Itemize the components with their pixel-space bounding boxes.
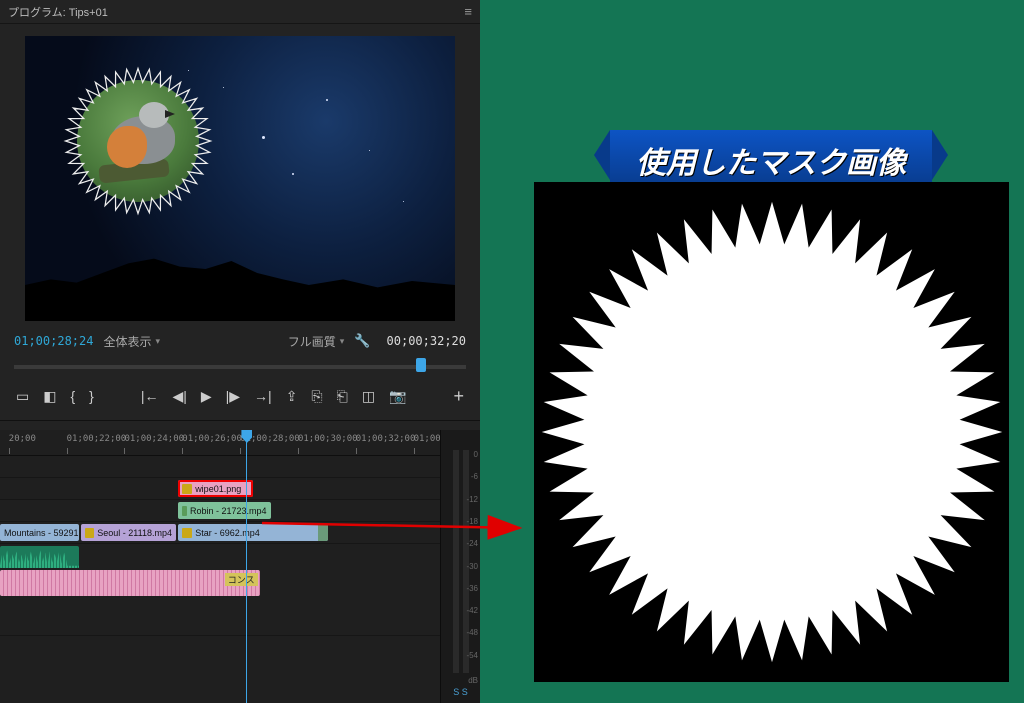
- clip-seoul[interactable]: Seoul - 21118.mp4: [81, 524, 176, 541]
- transport-controls: ▭ ◧ { } |← ◀| ▶ |▶ →| ⇪ ⎘ ⎗ ◫ 📷 +: [0, 376, 480, 416]
- program-monitor-title: プログラム: Tips+01: [8, 4, 108, 20]
- fx-badge-icon: [182, 506, 187, 516]
- clip-wipe[interactable]: wipe01.png: [178, 480, 253, 497]
- insert-marker-icon[interactable]: {: [70, 388, 75, 405]
- program-monitor-header: プログラム: Tips+01 ≡: [0, 0, 480, 24]
- step-forward-icon[interactable]: |▶: [226, 388, 240, 405]
- db-tick: -54: [466, 651, 478, 660]
- track-v1[interactable]: Mountains - 59291.mp4 Seoul - 21118.mp4 …: [0, 522, 440, 544]
- clip-mountains[interactable]: Mountains - 59291.mp4: [0, 524, 79, 541]
- snapshot-icon[interactable]: 📷: [389, 388, 406, 405]
- export-frame-icon[interactable]: ⇪: [286, 388, 298, 405]
- quality-label: フル画質: [288, 333, 336, 350]
- ruler-tick: 01;00;22;00: [67, 434, 127, 444]
- preview-star: [326, 99, 328, 101]
- quality-dropdown[interactable]: フル画質 ▾: [288, 333, 345, 350]
- mask-image-title: 使用したマスク画像: [610, 130, 932, 190]
- clip-label: Seoul - 21118.mp4: [97, 528, 172, 538]
- fx-badge-icon: [182, 484, 192, 494]
- timecode-current[interactable]: 01;00;28;24: [14, 334, 93, 348]
- program-scrub-bar[interactable]: [14, 358, 466, 376]
- preview-pip-starburst-outline: [63, 66, 213, 216]
- program-monitor-viewport: [0, 24, 480, 324]
- ruler-tick: 01;00;24;00: [124, 434, 184, 444]
- program-monitor-frame[interactable]: [25, 36, 455, 321]
- comparison-view-icon[interactable]: ◫: [362, 388, 375, 405]
- db-tick: -12: [466, 495, 478, 504]
- track-a2[interactable]: コンス: [0, 570, 440, 596]
- clip-label: Robin - 21723.mp4: [190, 506, 267, 516]
- timeline-tracks: wipe01.png Robin - 21723.mp4 Mountains -…: [0, 456, 440, 636]
- track-a1[interactable]: [0, 544, 440, 570]
- track-v2[interactable]: Robin - 21723.mp4: [0, 500, 440, 522]
- db-unit: dB: [468, 676, 478, 685]
- db-tick: -36: [466, 584, 478, 593]
- mask-image-box: [534, 182, 1009, 682]
- ruler-tick: 01;00;32;00: [356, 434, 416, 444]
- db-tick: -18: [466, 517, 478, 526]
- chevron-down-icon: ▾: [156, 336, 161, 347]
- editor-panel: プログラム: Tips+01 ≡: [0, 0, 480, 703]
- zoom-label: 全体表示: [103, 333, 151, 350]
- preview-star: [369, 150, 370, 151]
- db-tick: -30: [466, 562, 478, 571]
- meter-left: [453, 450, 459, 673]
- clip-label: Mountains - 59291.mp4: [4, 528, 79, 538]
- ruler-tick: 01;00;30;00: [298, 434, 358, 444]
- extract-icon[interactable]: }: [89, 388, 94, 405]
- chevron-down-icon: ▾: [340, 336, 345, 347]
- timecode-duration: 00;00;32;20: [387, 334, 466, 348]
- timeline-ruler[interactable]: 20;00 01;00;22;0001;00;24;0001;00;26;00 01…: [0, 430, 440, 456]
- clip-label: wipe01.png: [195, 484, 241, 494]
- clip-endcap: [318, 524, 328, 541]
- fx-badge-icon: [182, 528, 192, 538]
- audio-tag: コンス: [225, 573, 258, 586]
- track-empty[interactable]: [0, 596, 440, 636]
- audio-waveform: [0, 546, 79, 568]
- preview-star: [262, 136, 265, 139]
- db-tick: -6: [471, 472, 478, 481]
- preview-pip-starburst: [63, 66, 213, 216]
- track-v3[interactable]: wipe01.png: [0, 478, 440, 500]
- audio-clip-green[interactable]: [0, 546, 79, 568]
- timeline-panel: 20;00 01;00;22;0001;00;24;0001;00;26;00 01…: [0, 430, 480, 703]
- audio-meters: 0 -6 -12 -18 -24 -30 -36 -42 -48 -54 dB S S: [440, 430, 480, 703]
- go-to-out-icon[interactable]: →|: [254, 388, 272, 404]
- button-editor-plus-icon[interactable]: +: [453, 386, 468, 407]
- ruler-tick: 01;00;34;00: [414, 434, 440, 444]
- mark-in-icon[interactable]: ▭: [16, 388, 29, 405]
- clip-label: Star - 6962.mp4: [195, 528, 260, 538]
- play-icon[interactable]: ▶: [201, 388, 212, 405]
- ruler-tick: 20;00: [9, 434, 36, 444]
- scrub-playhead[interactable]: [416, 358, 426, 372]
- mask-starburst: [537, 197, 1007, 667]
- ruler-tick: 01;00;26;00: [182, 434, 242, 444]
- audio-clip-pink[interactable]: コンス: [0, 570, 260, 596]
- mask-image-title-container: 使用したマスク画像: [532, 130, 1010, 190]
- db-tick: -42: [466, 606, 478, 615]
- track-v4[interactable]: [0, 456, 440, 478]
- mark-out-icon[interactable]: ◧: [43, 388, 56, 405]
- timeline-main[interactable]: 20;00 01;00;22;0001;00;24;0001;00;26;00 01…: [0, 430, 440, 703]
- db-tick: -24: [466, 539, 478, 548]
- db-tick: 0: [474, 450, 478, 459]
- clip-robin[interactable]: Robin - 21723.mp4: [178, 502, 270, 519]
- zoom-dropdown[interactable]: 全体表示 ▾: [103, 333, 160, 350]
- panel-menu-icon[interactable]: ≡: [464, 4, 472, 19]
- fx-badge-icon: [85, 528, 94, 538]
- settings-wrench-icon[interactable]: 🔧: [354, 333, 370, 349]
- extract-icon-2[interactable]: ⎗: [337, 388, 348, 405]
- program-monitor-controls-row: 01;00;28;24 全体表示 ▾ フル画質 ▾ 🔧 00;00;32;20: [0, 324, 480, 358]
- lift-icon[interactable]: ⎘: [311, 388, 322, 405]
- clip-star[interactable]: Star - 6962.mp4: [178, 524, 328, 541]
- meter-solo-labels[interactable]: S S: [441, 687, 480, 697]
- go-to-in-icon[interactable]: |←: [141, 388, 159, 404]
- step-back-icon[interactable]: ◀|: [172, 388, 186, 405]
- preview-star: [292, 173, 294, 175]
- scrub-track: [14, 365, 466, 369]
- db-tick: -48: [466, 628, 478, 637]
